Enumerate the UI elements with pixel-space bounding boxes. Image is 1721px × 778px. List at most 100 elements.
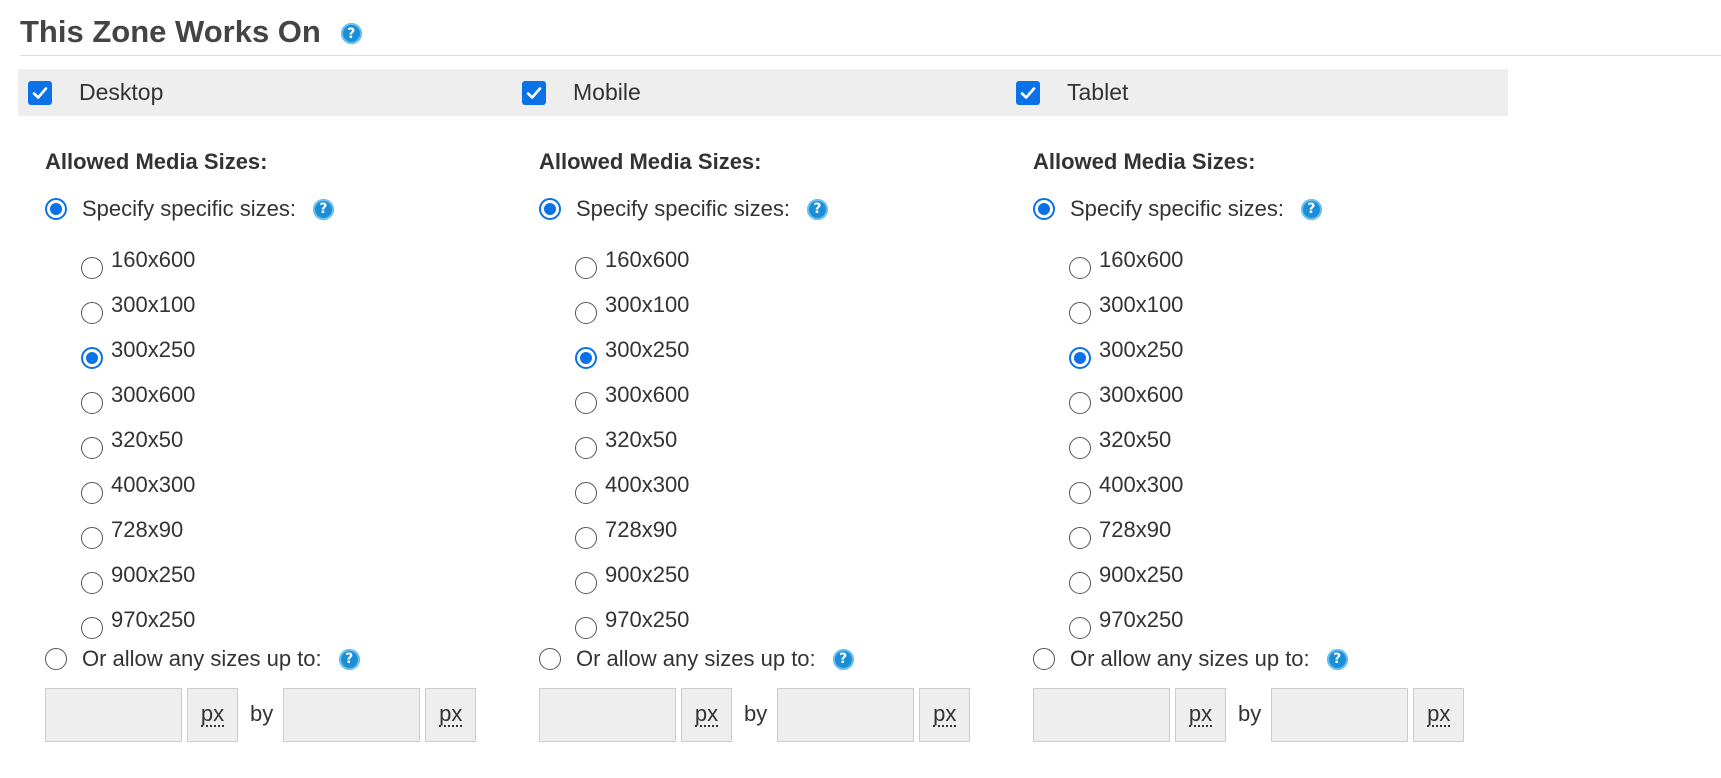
page: This Zone Works On ? Desktop Allowed Med…: [0, 0, 1721, 778]
size-radio[interactable]: [81, 391, 103, 414]
size-radio[interactable]: [1069, 391, 1091, 414]
size-radio[interactable]: [575, 616, 597, 639]
help-icon[interactable]: ?: [340, 23, 362, 44]
max-height-input[interactable]: [283, 688, 421, 742]
size-label: 300x250: [1099, 336, 1184, 362]
size-option[interactable]: 728x90: [81, 511, 520, 556]
help-icon[interactable]: ?: [806, 198, 828, 220]
help-icon[interactable]: ?: [1326, 648, 1348, 670]
help-icon[interactable]: ?: [832, 648, 854, 670]
size-option[interactable]: 300x600: [1069, 376, 1508, 421]
specific-sizes-option[interactable]: Specify specific sizes: ?: [539, 196, 1014, 222]
size-radio[interactable]: [1069, 256, 1091, 279]
size-option[interactable]: 320x50: [1069, 421, 1508, 466]
size-radio[interactable]: [575, 391, 597, 414]
size-radio[interactable]: [575, 301, 597, 324]
size-radio[interactable]: [1069, 346, 1091, 369]
size-radio[interactable]: [81, 256, 103, 279]
specific-sizes-option[interactable]: Specify specific sizes: ?: [45, 196, 520, 222]
max-width-input[interactable]: [539, 688, 676, 742]
any-size-option[interactable]: Or allow any sizes up to: ?: [1033, 646, 1508, 672]
size-radio[interactable]: [1069, 301, 1091, 324]
px-unit-addon: px: [187, 688, 238, 742]
size-option[interactable]: 970x250: [81, 601, 520, 646]
size-option[interactable]: 300x250: [1069, 331, 1508, 376]
size-option[interactable]: 400x300: [1069, 466, 1508, 511]
size-radio[interactable]: [575, 346, 597, 369]
allowed-sizes-heading: Allowed Media Sizes:: [539, 149, 762, 174]
size-radio[interactable]: [575, 481, 597, 504]
size-option[interactable]: 900x250: [575, 556, 1014, 601]
size-option[interactable]: 728x90: [575, 511, 1014, 556]
size-option[interactable]: 160x600: [81, 241, 520, 286]
size-radio[interactable]: [575, 256, 597, 279]
size-option[interactable]: 160x600: [1069, 241, 1508, 286]
size-label: 160x600: [111, 246, 196, 272]
help-icon[interactable]: ?: [338, 648, 360, 670]
any-size-label: Or allow any sizes up to:: [82, 646, 322, 671]
size-label: 300x600: [605, 381, 690, 407]
size-label: 400x300: [605, 471, 690, 497]
size-option[interactable]: 320x50: [81, 421, 520, 466]
size-option[interactable]: 900x250: [1069, 556, 1508, 601]
size-option[interactable]: 160x600: [575, 241, 1014, 286]
size-option[interactable]: 320x50: [575, 421, 1014, 466]
by-label: by: [744, 701, 768, 726]
allowed-sizes-block: Allowed Media Sizes: Specify specific si…: [539, 149, 1014, 742]
size-radio[interactable]: [575, 526, 597, 549]
help-icon[interactable]: ?: [312, 198, 334, 220]
help-icon[interactable]: ?: [1300, 198, 1322, 220]
size-label: 900x250: [1099, 561, 1184, 587]
device-checkbox[interactable]: [522, 80, 546, 105]
device-checkbox[interactable]: [28, 80, 52, 105]
size-option[interactable]: 300x250: [81, 331, 520, 376]
section-header: This Zone Works On ?: [20, 8, 1721, 56]
size-option[interactable]: 400x300: [81, 466, 520, 511]
specific-sizes-radio[interactable]: [539, 198, 561, 220]
size-option[interactable]: 900x250: [81, 556, 520, 601]
any-size-option[interactable]: Or allow any sizes up to: ?: [45, 646, 520, 672]
size-radio[interactable]: [81, 481, 103, 504]
by-label: by: [250, 701, 274, 726]
size-radio[interactable]: [575, 571, 597, 594]
specific-sizes-option[interactable]: Specify specific sizes: ?: [1033, 196, 1508, 222]
size-option[interactable]: 300x250: [575, 331, 1014, 376]
size-radio[interactable]: [1069, 436, 1091, 459]
size-list: 160x600 300x100 300x250 300x600 320x50 400x30…: [81, 241, 520, 646]
any-size-option[interactable]: Or allow any sizes up to: ?: [539, 646, 1014, 672]
size-option[interactable]: 300x600: [575, 376, 1014, 421]
size-radio[interactable]: [1069, 616, 1091, 639]
size-option[interactable]: 400x300: [575, 466, 1014, 511]
size-label: 300x250: [111, 336, 196, 362]
size-option[interactable]: 970x250: [1069, 601, 1508, 646]
any-size-radio[interactable]: [45, 648, 67, 670]
size-option[interactable]: 300x100: [575, 286, 1014, 331]
size-option[interactable]: 970x250: [575, 601, 1014, 646]
size-radio[interactable]: [81, 346, 103, 369]
any-size-radio[interactable]: [1033, 648, 1055, 670]
size-option[interactable]: 300x100: [81, 286, 520, 331]
size-option[interactable]: 300x600: [81, 376, 520, 421]
size-radio[interactable]: [81, 616, 103, 639]
any-size-radio[interactable]: [539, 648, 561, 670]
size-radio[interactable]: [1069, 571, 1091, 594]
size-radio[interactable]: [575, 436, 597, 459]
size-option[interactable]: 728x90: [1069, 511, 1508, 556]
device-checkbox[interactable]: [1016, 80, 1040, 105]
size-label: 728x90: [111, 516, 184, 542]
specific-sizes-label: Specify specific sizes:: [576, 196, 790, 221]
size-label: 300x600: [1099, 381, 1184, 407]
size-radio[interactable]: [1069, 481, 1091, 504]
size-radio[interactable]: [81, 571, 103, 594]
max-width-input[interactable]: [45, 688, 182, 742]
size-radio[interactable]: [1069, 526, 1091, 549]
size-option[interactable]: 300x100: [1069, 286, 1508, 331]
specific-sizes-radio[interactable]: [45, 198, 67, 220]
size-radio[interactable]: [81, 526, 103, 549]
specific-sizes-radio[interactable]: [1033, 198, 1055, 220]
max-height-input[interactable]: [777, 688, 915, 742]
size-radio[interactable]: [81, 436, 103, 459]
max-height-input[interactable]: [1271, 688, 1409, 742]
size-radio[interactable]: [81, 301, 103, 324]
max-width-input[interactable]: [1033, 688, 1170, 742]
